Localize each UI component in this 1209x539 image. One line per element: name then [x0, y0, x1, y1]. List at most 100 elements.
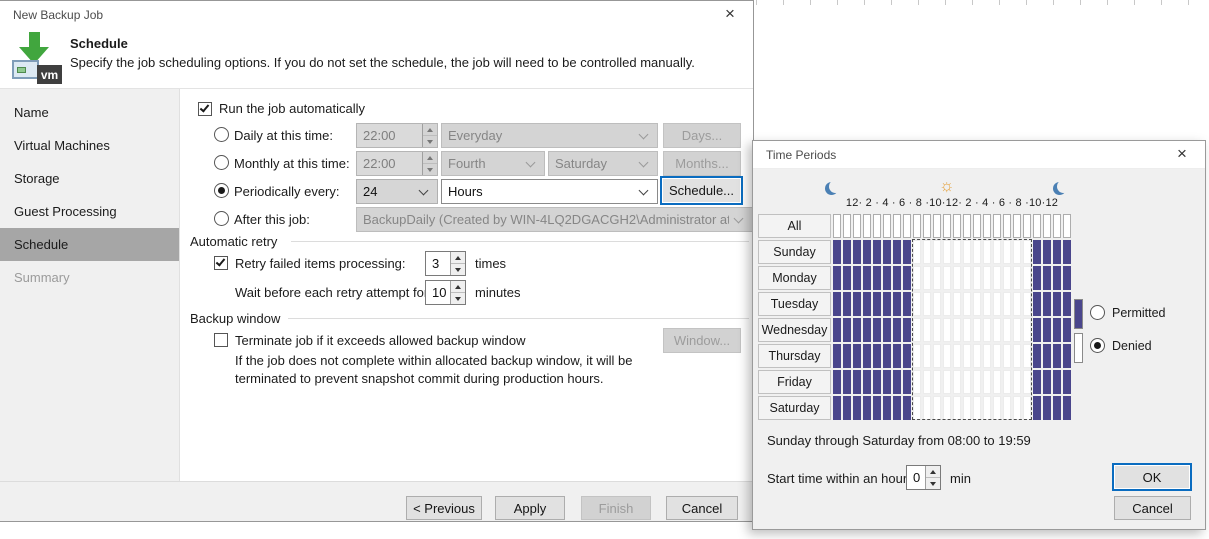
grid-cell[interactable]: [1033, 396, 1041, 420]
grid-cell[interactable]: [863, 396, 871, 420]
grid-cell[interactable]: [993, 344, 1001, 368]
grid-cell[interactable]: [943, 318, 951, 342]
grid-cell[interactable]: [873, 344, 881, 368]
grid-cell[interactable]: [953, 266, 961, 290]
grid-row-label-wednesday[interactable]: Wednesday: [758, 318, 831, 342]
close-icon[interactable]: ×: [713, 1, 747, 27]
grid-cell[interactable]: [883, 214, 891, 238]
grid-cell[interactable]: [913, 266, 921, 290]
grid-cell[interactable]: [863, 240, 871, 264]
grid-cell[interactable]: [933, 266, 941, 290]
grid-row-label-monday[interactable]: Monday: [758, 266, 831, 290]
grid-cell[interactable]: [1043, 214, 1051, 238]
grid-cell[interactable]: [923, 292, 931, 316]
run-automatically-checkbox[interactable]: [198, 102, 212, 116]
grid-cell[interactable]: [933, 370, 941, 394]
grid-cell[interactable]: [963, 266, 971, 290]
grid-cell[interactable]: [853, 344, 861, 368]
grid-cell[interactable]: [1033, 214, 1041, 238]
spin-down-icon[interactable]: [451, 263, 465, 275]
grid-cell[interactable]: [843, 292, 851, 316]
grid-cell[interactable]: [973, 396, 981, 420]
grid-cell[interactable]: [943, 240, 951, 264]
grid-cell[interactable]: [873, 370, 881, 394]
grid-cell[interactable]: [863, 266, 871, 290]
grid-cell[interactable]: [1033, 240, 1041, 264]
grid-cell[interactable]: [963, 370, 971, 394]
grid-cell[interactable]: [953, 344, 961, 368]
grid-cell[interactable]: [863, 292, 871, 316]
grid-cell[interactable]: [953, 396, 961, 420]
grid-cell[interactable]: [1013, 266, 1021, 290]
grid-cell[interactable]: [863, 318, 871, 342]
cancel-button[interactable]: Cancel: [666, 496, 738, 520]
spin-up-icon[interactable]: [451, 281, 465, 292]
grid-cell[interactable]: [873, 318, 881, 342]
grid-cell[interactable]: [1013, 396, 1021, 420]
grid-cell[interactable]: [873, 266, 881, 290]
grid-cell[interactable]: [833, 240, 841, 264]
grid-row-label-all[interactable]: All: [758, 214, 831, 238]
grid-cell[interactable]: [833, 370, 841, 394]
grid-cell[interactable]: [893, 240, 901, 264]
grid-cell[interactable]: [863, 344, 871, 368]
grid-cell[interactable]: [923, 318, 931, 342]
grid-cell[interactable]: [1003, 214, 1011, 238]
grid-cell[interactable]: [903, 214, 911, 238]
grid-cell[interactable]: [1003, 266, 1011, 290]
grid-cell[interactable]: [933, 318, 941, 342]
grid-cell[interactable]: [853, 318, 861, 342]
grid-cell[interactable]: [873, 396, 881, 420]
grid-cell[interactable]: [1033, 318, 1041, 342]
grid-cell[interactable]: [973, 370, 981, 394]
grid-cell[interactable]: [1003, 370, 1011, 394]
grid-cell[interactable]: [993, 266, 1001, 290]
grid-cell[interactable]: [1043, 318, 1051, 342]
grid-cell[interactable]: [993, 318, 1001, 342]
grid-cell[interactable]: [1033, 370, 1041, 394]
spin-down-icon[interactable]: [926, 477, 940, 489]
grid-cell[interactable]: [923, 396, 931, 420]
permitted-radio[interactable]: [1090, 305, 1105, 320]
grid-cell[interactable]: [833, 214, 841, 238]
grid-cell[interactable]: [843, 214, 851, 238]
grid-cell[interactable]: [1023, 266, 1031, 290]
grid-cell[interactable]: [983, 292, 991, 316]
grid-cell[interactable]: [1003, 344, 1011, 368]
grid-cell[interactable]: [1013, 370, 1021, 394]
spin-up-icon[interactable]: [451, 252, 465, 263]
grid-cell[interactable]: [893, 292, 901, 316]
grid-cell[interactable]: [833, 266, 841, 290]
grid-cell[interactable]: [973, 292, 981, 316]
grid-cell[interactable]: [1053, 318, 1061, 342]
grid-cell[interactable]: [1033, 344, 1041, 368]
grid-cell[interactable]: [883, 344, 891, 368]
grid-cell[interactable]: [843, 370, 851, 394]
grid-cell[interactable]: [883, 266, 891, 290]
grid-cell[interactable]: [833, 396, 841, 420]
grid-cell[interactable]: [1003, 240, 1011, 264]
grid-cell[interactable]: [1043, 370, 1051, 394]
grid-cell[interactable]: [1043, 266, 1051, 290]
grid-cell[interactable]: [1013, 292, 1021, 316]
grid-cell[interactable]: [1013, 344, 1021, 368]
grid-cell[interactable]: [913, 370, 921, 394]
grid-cell[interactable]: [913, 396, 921, 420]
grid-cell[interactable]: [893, 396, 901, 420]
grid-cell[interactable]: [903, 318, 911, 342]
grid-cell[interactable]: [1003, 292, 1011, 316]
spin-up-icon[interactable]: [926, 466, 940, 477]
grid-cell[interactable]: [973, 214, 981, 238]
grid-cell[interactable]: [923, 370, 931, 394]
grid-cell[interactable]: [843, 344, 851, 368]
grid-cell[interactable]: [923, 240, 931, 264]
spin-down-icon[interactable]: [451, 292, 465, 304]
grid-cell[interactable]: [893, 370, 901, 394]
grid-cell[interactable]: [963, 214, 971, 238]
grid-cell[interactable]: [1053, 240, 1061, 264]
grid-cell[interactable]: [983, 344, 991, 368]
grid-cell[interactable]: [1023, 396, 1031, 420]
grid-cell[interactable]: [983, 240, 991, 264]
grid-cell[interactable]: [943, 214, 951, 238]
grid-cell[interactable]: [893, 266, 901, 290]
